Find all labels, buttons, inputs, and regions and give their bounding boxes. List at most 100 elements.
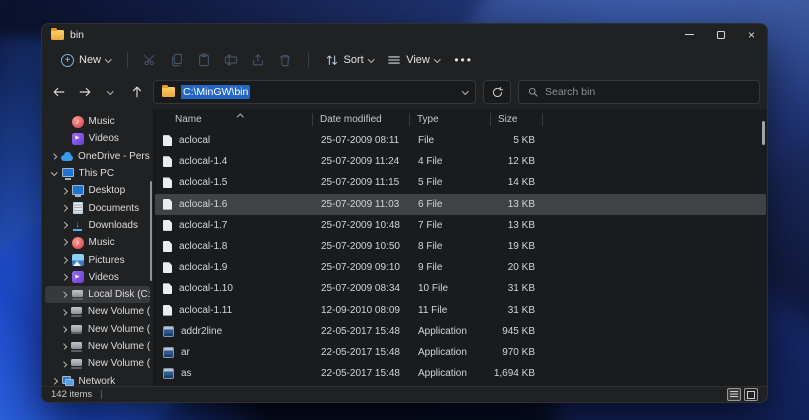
column-divider[interactable] [490,113,491,126]
sidebar-item-videos[interactable]: Videos [45,130,150,147]
file-row[interactable]: aclocal-1.8 25-07-2009 10:50 8 File 19 K… [155,236,766,257]
recent-locations-button[interactable] [101,81,120,103]
expand-chevron-icon[interactable] [61,205,67,211]
file-row[interactable]: aclocal 25-07-2009 08:11 File 5 KB [155,130,766,151]
address-dropdown-chevron-icon[interactable] [462,88,468,94]
expand-chevron-icon[interactable] [61,344,67,350]
file-date-modified: 22-05-2017 15:48 [313,347,410,358]
up-button[interactable] [127,81,146,103]
expand-chevron-icon[interactable] [61,326,67,332]
file-row[interactable]: aclocal-1.7 25-07-2009 10:48 7 File 13 K… [155,215,766,236]
file-type: 7 File [410,220,491,231]
back-button[interactable] [49,81,68,103]
expand-chevron-icon[interactable] [61,240,67,246]
sidebar-item-downloads[interactable]: Downloads [45,217,150,234]
expand-chevron-icon[interactable] [51,378,57,384]
paste-button[interactable] [191,49,218,71]
sidebar-item-this-pc[interactable]: This PC [45,165,150,182]
see-more-button[interactable]: ••• [454,53,473,67]
expand-chevron-icon[interactable] [61,257,67,263]
file-name: aclocal-1.8 [179,241,227,252]
expand-chevron-icon[interactable] [61,274,67,280]
sort-arrows-icon [325,53,339,67]
file-icon [163,177,172,188]
expand-chevron-icon[interactable] [61,361,67,367]
sidebar-item-new-volume-g[interactable]: New Volume (G:) [45,355,150,372]
file-row[interactable]: aclocal-1.11 12-09-2010 08:09 11 File 31… [155,300,766,321]
titlebar[interactable]: bin × [42,24,767,45]
cut-button[interactable] [137,49,164,71]
sort-button[interactable]: Sort [318,49,381,71]
sidebar-item-label: OneDrive - Person [78,151,150,162]
sidebar-item-desktop[interactable]: Desktop [45,182,150,199]
sidebar-item-new-volume-e[interactable]: New Volume (E:) [45,321,150,338]
refresh-button[interactable] [483,80,511,104]
sidebar-item-label: This PC [79,168,115,179]
maximize-button[interactable] [705,24,736,45]
details-view-button[interactable] [727,388,741,401]
application-icon [163,347,174,358]
video-icon [72,271,84,283]
expand-chevron-icon[interactable] [61,309,67,315]
file-row[interactable]: addr2line 22-05-2017 15:48 Application 9… [155,321,766,342]
sidebar-scrollbar[interactable] [150,181,153,281]
expand-chevron-icon[interactable] [61,222,67,228]
column-header-type[interactable]: Type [409,114,490,125]
rename-button[interactable] [218,49,245,71]
file-row[interactable]: aclocal-1.9 25-07-2009 09:10 9 File 20 K… [155,257,766,278]
expand-chevron-icon[interactable] [51,169,57,175]
file-row[interactable]: aclocal-1.6 25-07-2009 11:03 6 File 13 K… [155,194,766,215]
sidebar-item-videos[interactable]: Videos [45,269,150,286]
new-button[interactable]: + New [54,49,118,71]
file-row[interactable]: as 22-05-2017 15:48 Application 1,694 KB [155,363,766,384]
chevron-down-icon [434,56,440,62]
file-name: aclocal-1.10 [179,283,233,294]
trash-icon [278,53,292,67]
column-divider[interactable] [542,113,543,126]
chevron-down-icon [107,88,113,94]
large-icons-view-button[interactable] [744,388,758,401]
file-row-partial[interactable] [155,384,766,386]
sidebar-item-local-disk-c[interactable]: Local Disk (C:) [45,286,150,303]
refresh-icon [491,86,504,99]
sidebar-item-music[interactable]: Music [45,234,150,251]
share-button[interactable] [245,49,272,71]
column-divider[interactable] [312,113,313,126]
sidebar-item-onedrive-person[interactable]: OneDrive - Person [45,148,150,165]
copy-button[interactable] [164,49,191,71]
file-list-scrollbar[interactable] [762,121,765,145]
window-title: bin [70,29,84,41]
column-header-name[interactable]: Name [154,114,312,125]
column-header-date-modified[interactable]: Date modified [312,114,409,125]
minimize-button[interactable] [674,24,705,45]
file-row[interactable]: aclocal-1.10 25-07-2009 08:34 10 File 31… [155,278,766,299]
toolbar-divider [127,52,128,68]
file-type: 10 File [410,283,491,294]
sidebar-item-music[interactable]: Music [45,113,150,130]
expand-chevron-icon[interactable] [61,291,67,297]
rename-icon [224,53,238,67]
forward-button[interactable] [75,81,94,103]
column-divider[interactable] [409,113,410,126]
main-area: Music Videos OneDrive - Person This PC D… [42,109,767,386]
sidebar-item-new-volume-d[interactable]: New Volume (D:) [45,303,150,320]
sidebar-item-documents[interactable]: Documents [45,199,150,216]
search-input[interactable]: Search bin [518,80,760,104]
file-row[interactable]: aclocal-1.5 25-07-2009 11:15 5 File 14 K… [155,172,766,193]
sidebar-item-network[interactable]: Network [45,372,150,386]
disk-icon [71,358,83,370]
file-row[interactable]: aclocal-1.4 25-07-2009 11:24 4 File 12 K… [155,151,766,172]
sidebar-item-pictures[interactable]: Pictures [45,251,150,268]
sidebar-item-label: New Volume (G:) [88,358,150,369]
expand-chevron-icon[interactable] [61,188,67,194]
close-icon: × [748,29,755,41]
sidebar-item-new-volume-f[interactable]: New Volume (F:) [45,338,150,355]
address-input[interactable]: C:\MinGW\bin [153,80,476,104]
column-header-size[interactable]: Size [490,114,542,125]
close-button[interactable]: × [736,24,767,45]
file-row[interactable]: ar 22-05-2017 15:48 Application 970 KB [155,342,766,363]
delete-button[interactable] [272,49,299,71]
new-button-label: New [79,54,101,66]
view-button[interactable]: View [380,49,446,71]
expand-chevron-icon[interactable] [51,153,57,159]
